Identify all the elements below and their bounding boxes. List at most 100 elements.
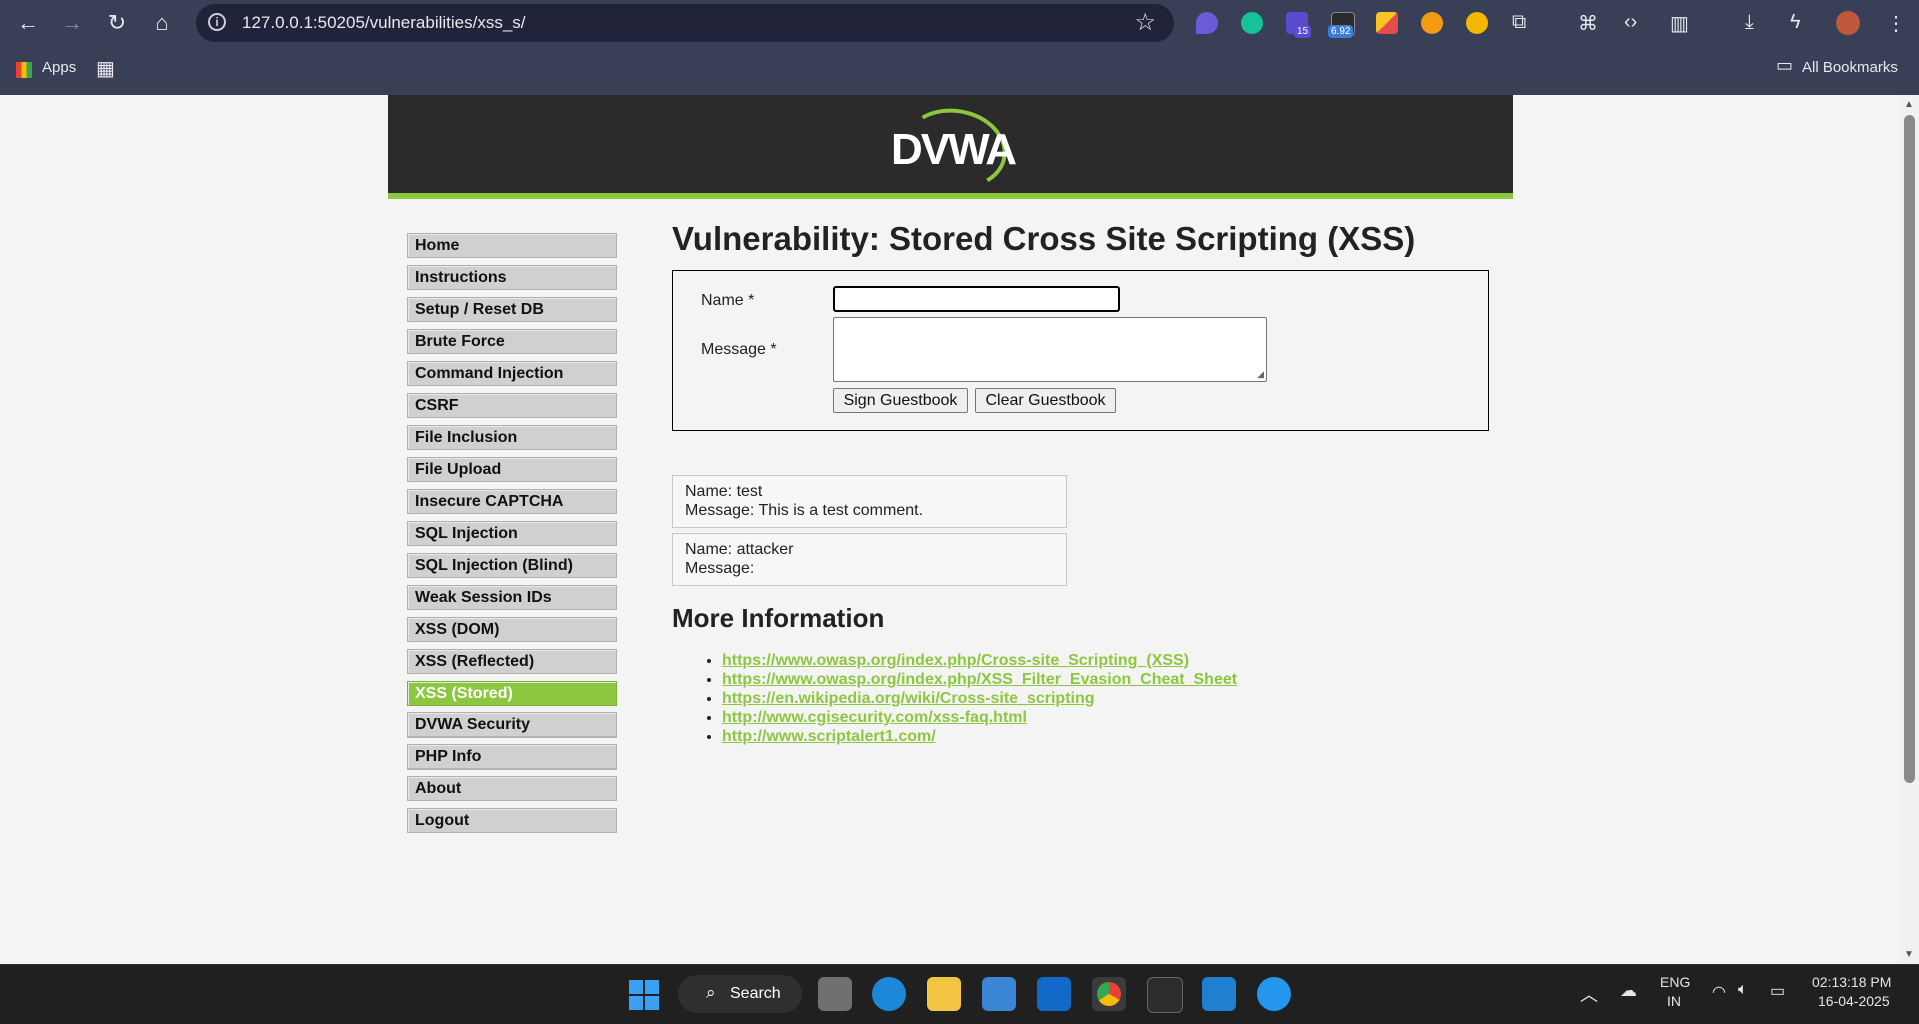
performance-icon[interactable]: ϟ (1790, 11, 1801, 34)
download-icon[interactable]: ⤓ (1745, 11, 1754, 34)
sidebar-item-file-inclusion[interactable]: File Inclusion (407, 425, 617, 450)
clock-time[interactable]: 02:13:18 PM (1812, 974, 1891, 990)
tab-groups-icon[interactable]: ▦ (96, 56, 115, 81)
extension-badge: 6.92 (1328, 25, 1354, 38)
apps-bookmark[interactable]: Apps (42, 59, 76, 76)
dvwa-container: DVWA Home Instructions Setup / Reset DB Bru… (388, 95, 1513, 964)
colorful-extension-icon[interactable] (1376, 12, 1398, 34)
store-icon[interactable] (982, 977, 1016, 1011)
wikipedia-xss-link[interactable]: https://en.wikipedia.org/wiki/Cross-site… (722, 690, 1095, 707)
url-text[interactable]: 127.0.0.1:50205/vulnerabilities/xss_s/ (242, 13, 526, 33)
clock-date[interactable]: 16-04-2025 (1818, 993, 1890, 1009)
sidebar-item-command-injection[interactable]: Command Injection (407, 361, 617, 386)
apps-grid-icon[interactable] (16, 62, 32, 78)
terminal-icon[interactable] (1147, 977, 1183, 1013)
more-info-heading: More Information (672, 603, 885, 633)
sidebar-item-file-upload[interactable]: File Upload (407, 457, 617, 482)
page-title: Vulnerability: Stored Cross Site Scripti… (672, 220, 1416, 257)
translate-icon[interactable]: ⌘ (1578, 11, 1598, 36)
sidebar-item-about[interactable]: About (407, 776, 617, 801)
yellow-extension-icon[interactable] (1466, 12, 1488, 34)
scroll-down-icon[interactable]: ▼ (1904, 949, 1914, 960)
link-item: https://www.owasp.org/index.php/XSS_Filt… (722, 670, 1237, 689)
sidebar-item-xss-stored[interactable]: XSS (Stored) (407, 681, 617, 706)
sidebar-item-xss-dom[interactable]: XSS (DOM) (407, 617, 617, 642)
entry-message: Message: This is a test comment. (685, 502, 924, 519)
menu-kebab-icon[interactable]: ⋮ (1886, 11, 1906, 36)
sidebar-item-sql-injection[interactable]: SQL Injection (407, 521, 617, 546)
all-bookmarks[interactable]: All Bookmarks (1802, 59, 1898, 76)
clock-extension-icon[interactable] (1421, 12, 1443, 34)
cgisecurity-link[interactable]: http://www.cgisecurity.com/xss-faq.html (722, 709, 1027, 726)
chrome-icon[interactable] (1092, 977, 1126, 1011)
owasp-filter-evasion-link[interactable]: https://www.owasp.org/index.php/XSS_Filt… (722, 671, 1237, 688)
cloud-icon[interactable]: ☁ (1620, 981, 1637, 1001)
sidebar-item-dvwa-security[interactable]: DVWA Security (407, 712, 617, 737)
back-icon[interactable]: ← (14, 9, 42, 37)
search-label: Search (730, 985, 781, 1002)
sidebar-item-xss-reflected[interactable]: XSS (Reflected) (407, 649, 617, 674)
name-input[interactable] (833, 286, 1120, 312)
sidebar-item-brute-force[interactable]: Brute Force (407, 329, 617, 354)
clear-guestbook-button[interactable]: Clear Guestbook (975, 388, 1116, 413)
volume-icon[interactable]: 🔈︎ (1738, 981, 1748, 999)
edge-icon[interactable] (872, 977, 906, 1011)
sidebar-item-weak-session-ids[interactable]: Weak Session IDs (407, 585, 617, 610)
file-explorer-icon[interactable] (927, 977, 961, 1011)
page-scrollbar[interactable]: ▲ ▼ (1900, 95, 1919, 964)
taskbar-search[interactable]: ⌕ Search (678, 975, 802, 1013)
docker-icon[interactable] (1257, 977, 1291, 1011)
scrollbar-thumb[interactable] (1904, 115, 1915, 783)
sidebar-item-instructions[interactable]: Instructions (407, 265, 617, 290)
sign-guestbook-button[interactable]: Sign Guestbook (833, 388, 968, 413)
guestbook-form: Name * Message * ◢ Sign Guestbook Clear … (672, 270, 1489, 431)
home-icon[interactable]: ⌂ (148, 9, 176, 37)
address-bar[interactable]: i 127.0.0.1:50205/vulnerabilities/xss_s/… (196, 4, 1174, 42)
tray-chevron-icon[interactable]: ︿ (1580, 981, 1598, 1007)
entry-name: Name: attacker (685, 541, 794, 558)
extension-badge: 15 (1294, 25, 1312, 38)
language-line2[interactable]: IN (1667, 993, 1681, 1009)
windows-taskbar: ⌕ Search ︿ ☁ ENG IN ◠ 🔈︎ ▭ 02:13:18 PM 1… (0, 964, 1919, 1024)
folder-icon: ▭ (1776, 55, 1794, 75)
resize-grip-icon[interactable]: ◢ (1257, 369, 1264, 380)
link-item: https://www.owasp.org/index.php/Cross-si… (722, 651, 1237, 670)
scroll-up-icon[interactable]: ▲ (1904, 99, 1914, 110)
message-textarea[interactable]: ◢ (833, 317, 1267, 382)
site-info-icon[interactable]: i (208, 13, 226, 31)
sidebar-item-sql-injection-blind[interactable]: SQL Injection (Blind) (407, 553, 617, 578)
sidebar-item-logout[interactable]: Logout (407, 808, 617, 833)
browser-toolbar: ← → ↻ ⌂ i 127.0.0.1:50205/vulnerabilitie… (0, 0, 1919, 46)
reload-icon[interactable]: ↻ (103, 9, 131, 37)
page-viewport: DVWA Home Instructions Setup / Reset DB Bru… (0, 95, 1900, 964)
search-icon: ⌕ (706, 983, 716, 1002)
link-item: https://en.wikipedia.org/wiki/Cross-site… (722, 689, 1237, 708)
sidepanel-icon[interactable]: ▥ (1670, 11, 1689, 36)
dvwa-header: DVWA (388, 95, 1513, 199)
battery-icon[interactable]: ▭ (1770, 981, 1785, 1001)
flame-extension-icon[interactable] (1196, 12, 1218, 34)
sidebar-item-php-info[interactable]: PHP Info (407, 744, 617, 769)
sidebar-item-insecure-captcha[interactable]: Insecure CAPTCHA (407, 489, 617, 514)
language-line1[interactable]: ENG (1660, 974, 1690, 990)
extensions-puzzle-icon[interactable]: ⧉ (1512, 11, 1526, 34)
code-icon[interactable]: ‹› (1624, 11, 1637, 34)
windows-start-icon[interactable] (629, 980, 659, 1010)
outlook-icon[interactable] (1037, 977, 1071, 1011)
wifi-icon[interactable]: ◠ (1712, 982, 1726, 1002)
grammarly-extension-icon[interactable] (1241, 12, 1263, 34)
task-view-icon[interactable] (818, 977, 852, 1011)
sidebar-item-setup-reset-db[interactable]: Setup / Reset DB (407, 297, 617, 322)
vscode-icon[interactable] (1202, 977, 1236, 1011)
profile-avatar[interactable] (1836, 11, 1860, 35)
bookmarks-bar: Apps ▦ ▭ All Bookmarks (0, 46, 1919, 96)
link-item: http://www.scriptalert1.com/ (722, 727, 1237, 746)
guestbook-entry: Name: test Message: This is a test comme… (672, 475, 1067, 528)
scriptalert1-link[interactable]: http://www.scriptalert1.com/ (722, 728, 936, 745)
sidebar-item-csrf[interactable]: CSRF (407, 393, 617, 418)
bookmark-star-icon[interactable]: ☆ (1134, 8, 1156, 37)
owasp-xss-link[interactable]: https://www.owasp.org/index.php/Cross-si… (722, 652, 1189, 669)
forward-icon[interactable]: → (58, 9, 86, 37)
sidebar-item-home[interactable]: Home (407, 233, 617, 258)
more-info-links: https://www.owasp.org/index.php/Cross-si… (672, 651, 1237, 746)
